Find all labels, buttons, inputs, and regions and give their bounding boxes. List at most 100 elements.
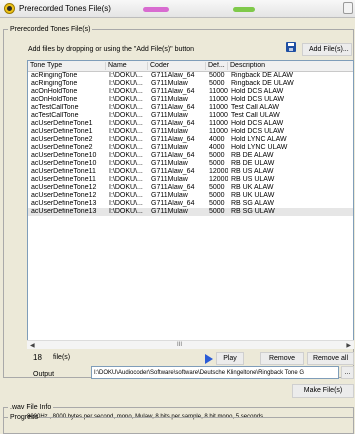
- cell-description: Test Call ALAW: [231, 104, 279, 111]
- add-files-button[interactable]: Add File(s)...: [302, 43, 352, 56]
- table-row[interactable]: acUserDefineTone13 I:\DOKU\... G711Alaw_64…: [28, 200, 353, 208]
- cell-tone-type: acUserDefineTone12: [31, 192, 97, 199]
- cell-tone-type: acUserDefineTone2: [31, 136, 93, 143]
- table-row[interactable]: acUserDefineTone2 I:\DOKU\... G711Mulaw 400…: [28, 144, 353, 152]
- cell-name: I:\DOKU\...: [109, 96, 143, 103]
- cell-description: Hold LYNC ULAW: [231, 144, 288, 151]
- cell-coder: G711Alaw_64: [151, 152, 195, 159]
- cell-name: I:\DOKU\...: [109, 104, 143, 111]
- cell-name: I:\DOKU\...: [109, 112, 143, 119]
- cell-description: Hold DCS ULAW: [231, 96, 285, 103]
- cell-coder: G711Alaw_64: [151, 136, 195, 143]
- progress-group: Progress: [3, 414, 354, 434]
- cell-name: I:\DOKU\...: [109, 88, 143, 95]
- cell-coder: G711Alaw_64: [151, 200, 195, 207]
- cell-default: 11000: [209, 104, 228, 111]
- table-row[interactable]: acUserDefineTone1 I:\DOKU\... G711Alaw_64 1…: [28, 120, 353, 128]
- cell-tone-type: acUserDefineTone12: [31, 184, 97, 191]
- table-row[interactable]: acTestCallTone I:\DOKU\... G711Mulaw 11000 T…: [28, 112, 353, 120]
- browse-button[interactable]: ...: [341, 366, 354, 379]
- cell-coder: G711Alaw_64: [151, 104, 195, 111]
- cell-default: 5000: [209, 80, 225, 87]
- table-row[interactable]: acOnHoldTone I:\DOKU\... G711Alaw_64 11000 H…: [28, 88, 353, 96]
- cell-description: Hold LYNC ALAW: [231, 136, 287, 143]
- cell-tone-type: acUserDefineTone13: [31, 200, 97, 207]
- cell-tone-type: acUserDefineTone1: [31, 120, 93, 127]
- cell-coder: G711Mulaw: [151, 160, 188, 167]
- cell-coder: G711Mulaw: [151, 112, 188, 119]
- save-icon[interactable]: [286, 42, 296, 52]
- file-count-label: file(s): [53, 354, 71, 361]
- table-header: Tone Type Name Coder Def... Description: [28, 61, 353, 72]
- column-header-tone-type[interactable]: Tone Type: [28, 62, 106, 70]
- column-header-name[interactable]: Name: [106, 62, 148, 70]
- cell-tone-type: acUserDefineTone11: [31, 176, 96, 183]
- cell-coder: G711Alaw_64: [151, 120, 195, 127]
- remove-button[interactable]: Remove: [260, 352, 304, 365]
- window-control-button[interactable]: [343, 2, 353, 14]
- cell-tone-type: acUserDefineTone1: [31, 128, 93, 135]
- cell-coder: G711Alaw_64: [151, 88, 195, 95]
- cell-coder: G711Mulaw: [151, 192, 188, 199]
- cell-tone-type: acTestCallTone: [31, 112, 79, 119]
- play-button[interactable]: Play: [216, 352, 244, 365]
- cell-coder: G711Mulaw: [151, 96, 188, 103]
- cell-default: 4000: [209, 144, 225, 151]
- table-row[interactable]: acUserDefineTone10 I:\DOKU\... G711Mulaw 50…: [28, 160, 353, 168]
- table-row[interactable]: acUserDefineTone12 I:\DOKU\... G711Alaw_64…: [28, 184, 353, 192]
- cell-default: 5000: [209, 184, 225, 191]
- scroll-left-icon[interactable]: ◀: [30, 342, 35, 349]
- table-row[interactable]: acRingingTone I:\DOKU\... G711Alaw_64 5000 R…: [28, 72, 353, 80]
- window-title: Prerecorded Tones File(s): [19, 4, 111, 13]
- cell-name: I:\DOKU\...: [109, 128, 143, 135]
- group-legend: Prerecorded Tones File(s): [10, 26, 91, 33]
- column-header-description[interactable]: Description: [228, 62, 353, 70]
- cell-default: 11000: [209, 120, 228, 127]
- cell-coder: G711Mulaw: [151, 80, 188, 87]
- cell-name: I:\DOKU\...: [109, 208, 143, 215]
- table-row[interactable]: acUserDefineTone12 I:\DOKU\... G711Mulaw 50…: [28, 192, 353, 200]
- cell-name: I:\DOKU\...: [109, 136, 143, 143]
- table-row[interactable]: acRingingTone I:\DOKU\... G711Mulaw 5000 Rin…: [28, 80, 353, 88]
- cell-tone-type: acRingingTone: [31, 80, 78, 87]
- make-files-button[interactable]: Make File(s): [292, 384, 354, 398]
- table-row[interactable]: acTestCallTone I:\DOKU\... G711Alaw_64 1100…: [28, 104, 353, 112]
- cell-tone-type: acOnHoldTone: [31, 88, 78, 95]
- cell-default: 5000: [209, 160, 225, 167]
- cell-description: Hold DCS ALAW: [231, 120, 284, 127]
- cell-description: RB US ALAW: [231, 168, 274, 175]
- scroll-thumb[interactable]: III: [177, 342, 182, 348]
- output-path-field[interactable]: I:\DOKU\Audiocoder\Software\software\Deu…: [91, 366, 339, 379]
- drop-hint: Add files by dropping or using the "Add …: [28, 46, 195, 53]
- cell-name: I:\DOKU\...: [109, 80, 143, 87]
- remove-all-button[interactable]: Remove all: [307, 352, 354, 365]
- cell-default: 5000: [209, 200, 225, 207]
- cell-description: RB US ULAW: [231, 176, 275, 183]
- table-row[interactable]: acUserDefineTone13 I:\DOKU\... G711Mulaw 50…: [28, 208, 353, 216]
- cell-default: 11000: [209, 88, 228, 95]
- cell-description: RB DE ULAW: [231, 160, 275, 167]
- table-row[interactable]: acUserDefineTone2 I:\DOKU\... G711Alaw_64 4…: [28, 136, 353, 144]
- tones-table[interactable]: Tone Type Name Coder Def... Description …: [27, 60, 354, 349]
- cell-default: 11000: [209, 96, 228, 103]
- table-row[interactable]: acUserDefineTone11 I:\DOKU\... G711Mulaw 12…: [28, 176, 353, 184]
- column-header-default[interactable]: Def...: [206, 62, 228, 70]
- play-icon: [205, 354, 213, 364]
- cell-description: Test Call ULAW: [231, 112, 280, 119]
- cell-default: 5000: [209, 208, 225, 215]
- table-row[interactable]: acUserDefineTone1 I:\DOKU\... G711Mulaw 110…: [28, 128, 353, 136]
- cell-description: Ringback DE ULAW: [231, 80, 294, 87]
- cell-tone-type: acUserDefineTone11: [31, 168, 96, 175]
- cell-coder: G711Mulaw: [151, 176, 188, 183]
- cell-tone-type: acRingingTone: [31, 72, 78, 79]
- table-row[interactable]: acUserDefineTone10 I:\DOKU\... G711Alaw_64…: [28, 152, 353, 160]
- cell-name: I:\DOKU\...: [109, 200, 143, 207]
- cell-default: 5000: [209, 72, 225, 79]
- table-row[interactable]: acOnHoldTone I:\DOKU\... G711Mulaw 11000 Hol…: [28, 96, 353, 104]
- cell-default: 5000: [209, 192, 225, 199]
- title-bar: Prerecorded Tones File(s): [0, 0, 355, 18]
- scroll-right-icon[interactable]: ▶: [346, 342, 351, 349]
- table-row[interactable]: acUserDefineTone11 I:\DOKU\... G711Alaw_64…: [28, 168, 353, 176]
- horizontal-scrollbar[interactable]: ◀ III ▶: [27, 340, 354, 349]
- column-header-coder[interactable]: Coder: [148, 62, 206, 70]
